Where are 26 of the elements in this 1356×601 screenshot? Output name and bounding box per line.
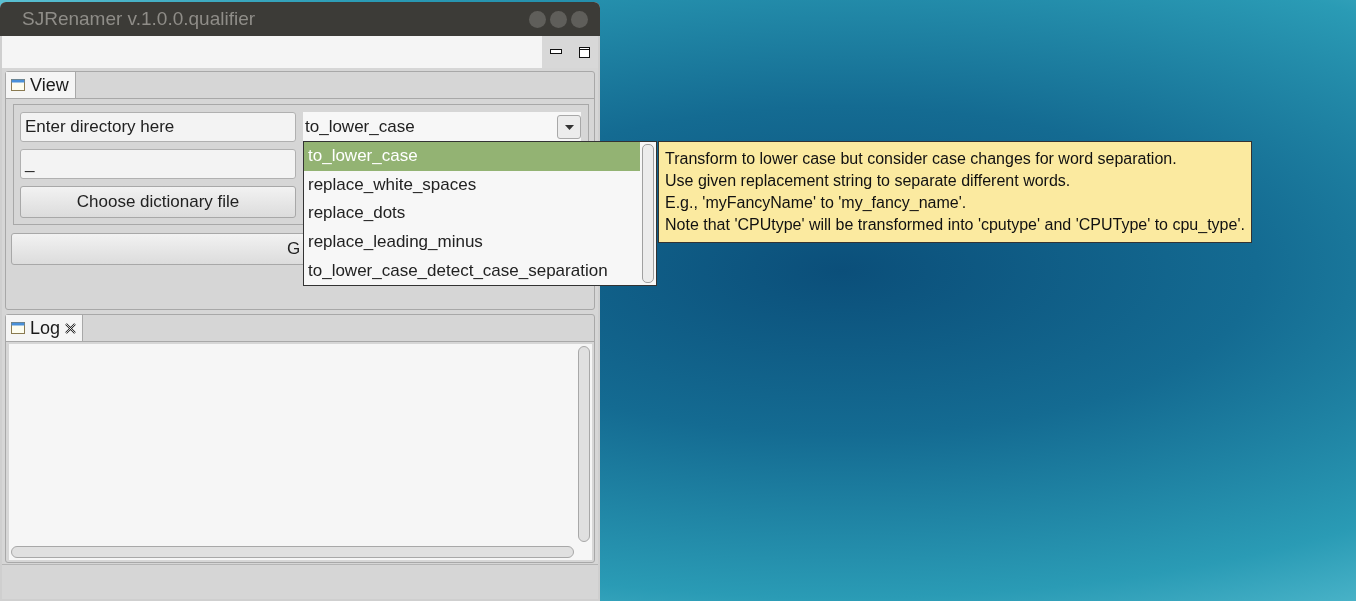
directory-field[interactable]: Enter directory here — [20, 112, 296, 142]
window-button[interactable] — [529, 10, 546, 28]
tooltip-line: Transform to lower case but consider case changes for word separation. — [665, 149, 1178, 169]
separator-field[interactable]: _ — [20, 149, 296, 179]
window-title: SJRenamer v.1.0.0.qualifier — [22, 8, 257, 30]
window-button[interactable] — [550, 10, 567, 28]
choose-dictionary-button[interactable]: Choose dictionary file — [20, 186, 296, 218]
list-scrollbar[interactable] — [642, 144, 654, 283]
maximize-button[interactable] — [577, 45, 591, 59]
view-icon — [11, 322, 25, 334]
log-tab[interactable]: Log — [6, 315, 84, 341]
window-button[interactable] — [571, 10, 588, 28]
tooltip-line: E.g., 'myFancyName' to 'my_fancy_name'. — [665, 193, 968, 213]
tooltip-line: Note that 'CPUtype' will be transformed into 'cputype' and 'CPUType' to cpu_type'. — [665, 215, 1245, 235]
view-tab[interactable]: View — [6, 72, 76, 98]
vertical-scrollbar[interactable] — [578, 346, 590, 542]
maximize-icon — [578, 46, 590, 58]
tooltip-line: Use given replacement string to separate different words. — [665, 171, 1072, 191]
view-icon — [11, 79, 25, 91]
horizontal-scrollbar[interactable] — [11, 546, 574, 558]
caret-icon — [557, 115, 581, 139]
close-icon[interactable] — [65, 322, 77, 334]
minimize-icon — [550, 49, 562, 55]
dropdown-option[interactable]: replace_dots — [304, 199, 640, 228]
dropdown-option[interactable]: replace_white_spaces — [304, 170, 640, 200]
mode-dropdown[interactable]: to_lower_case — [303, 112, 581, 142]
